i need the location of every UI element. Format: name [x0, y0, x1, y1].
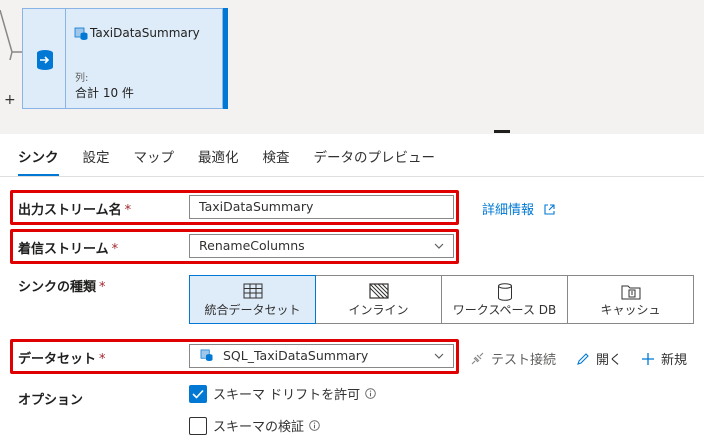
- info-icon[interactable]: [365, 388, 376, 399]
- validate-schema-checkbox[interactable]: [189, 416, 207, 435]
- allow-schema-drift-label: スキーマ ドリフトを許可: [213, 388, 361, 403]
- sink-database-icon: [37, 50, 53, 70]
- tab-mapping[interactable]: マップ: [134, 148, 175, 176]
- checkmark-icon: [192, 389, 204, 399]
- chevron-down-icon: [434, 353, 444, 359]
- validate-schema-label: スキーマの検証: [213, 420, 305, 435]
- node-columns-label: 列:: [75, 73, 89, 84]
- sink-node-card[interactable]: TaxiDataSummary 列: 合計 10 件: [66, 8, 223, 109]
- tab-sink[interactable]: シンク: [18, 148, 59, 176]
- more-info-link[interactable]: 詳細情報: [482, 199, 555, 218]
- sink-type-label: シンクの種類 *: [18, 280, 106, 295]
- test-connection-button[interactable]: テスト接続: [470, 349, 556, 368]
- external-link-icon: [544, 204, 555, 215]
- panel-resize-handle[interactable]: [494, 130, 510, 133]
- incoming-stream-value: RenameColumns: [199, 238, 305, 253]
- pipeline-canvas[interactable]: + TaxiDataSummary 列: 合計 10 件: [0, 0, 704, 134]
- node-columns-count: 合計 10 件: [75, 86, 134, 100]
- connector-line: [0, 10, 22, 60]
- tab-inspect[interactable]: 検査: [263, 148, 290, 176]
- database-icon: [497, 283, 512, 301]
- pencil-icon: [577, 353, 589, 365]
- incoming-stream-dropdown[interactable]: RenameColumns: [189, 234, 454, 258]
- node-title: TaxiDataSummary: [90, 26, 200, 40]
- output-stream-label: 出力ストリーム名 *: [18, 203, 132, 218]
- tab-optimize[interactable]: 最適化: [198, 148, 239, 176]
- incoming-stream-label: 着信ストリーム *: [18, 242, 119, 257]
- dataset-dropdown[interactable]: SQL_TaxiDataSummary: [189, 344, 454, 368]
- validate-schema-row: スキーマの検証: [189, 416, 320, 435]
- options-label: オプション: [18, 393, 84, 408]
- dataset-value: SQL_TaxiDataSummary: [222, 348, 369, 363]
- allow-schema-drift-row: スキーマ ドリフトを許可: [189, 384, 376, 403]
- info-icon[interactable]: [309, 420, 320, 431]
- sink-type-selector: 統合データセット インライン ワークスペース DB キャッシュ: [189, 275, 694, 324]
- plug-disconnected-icon: [471, 352, 484, 365]
- dataset-icon: [74, 27, 88, 40]
- new-dataset-button[interactable]: 新規: [641, 349, 687, 368]
- sink-node-icon-panel[interactable]: [22, 8, 66, 109]
- dataset-label: データセット *: [18, 352, 106, 367]
- sink-type-inline[interactable]: インライン: [315, 275, 442, 324]
- plus-icon: [642, 353, 654, 365]
- sink-type-integration-dataset[interactable]: 統合データセット: [189, 275, 316, 324]
- sink-type-cache[interactable]: キャッシュ: [567, 275, 694, 324]
- open-dataset-button[interactable]: 開く: [576, 349, 622, 368]
- tab-divider: [0, 176, 704, 177]
- sink-type-workspace-db[interactable]: ワークスペース DB: [441, 275, 568, 324]
- tab-bar: シンク 設定 マップ 最適化 検査 データのプレビュー: [18, 148, 459, 176]
- add-transform-icon[interactable]: +: [4, 92, 16, 108]
- tab-data-preview[interactable]: データのプレビュー: [314, 148, 436, 176]
- allow-schema-drift-checkbox[interactable]: [189, 384, 207, 403]
- inline-hatch-icon: [368, 283, 389, 299]
- cache-icon: [621, 285, 640, 300]
- chevron-down-icon: [434, 243, 444, 249]
- table-icon: [243, 283, 262, 299]
- sql-dataset-icon: [200, 349, 213, 361]
- node-selected-indicator: [223, 8, 228, 109]
- tab-settings[interactable]: 設定: [83, 148, 110, 176]
- output-stream-input[interactable]: TaxiDataSummary: [189, 195, 454, 219]
